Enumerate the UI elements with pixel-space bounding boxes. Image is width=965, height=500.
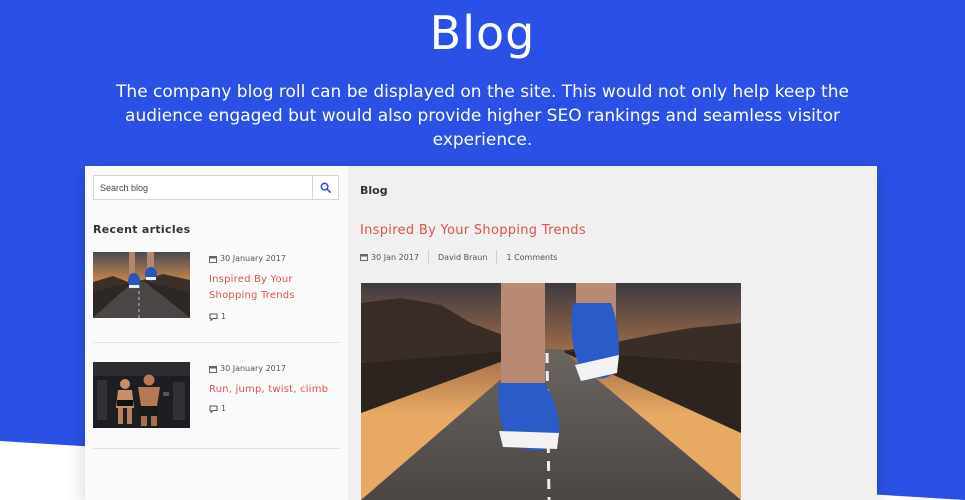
article-divider [93, 342, 340, 343]
main-heading: Blog [360, 184, 388, 197]
article-date: 30 January 2017 [209, 364, 286, 373]
article-title-link[interactable]: Inspired By Your Shopping Trends [209, 272, 334, 304]
hero-title: Blog [429, 6, 536, 60]
article-date-text: 30 January 2017 [220, 254, 286, 263]
article-comment-count: 1 [221, 404, 227, 413]
post-meta: 30 Jan 2017 David Braun 1 Comments [360, 250, 566, 264]
post-featured-image[interactable] [361, 283, 741, 500]
blog-preview-panel: Recent articles [85, 166, 877, 500]
article-comments: 1 [209, 312, 226, 321]
blog-main: Blog Inspired By Your Shopping Trends 30… [348, 166, 877, 500]
post-comments-text[interactable]: 1 Comments [506, 253, 557, 262]
article-comment-count: 1 [221, 312, 227, 321]
post-title-link[interactable]: Inspired By Your Shopping Trends [360, 223, 586, 238]
post-comments: 1 Comments [497, 253, 566, 262]
search-input[interactable] [94, 176, 314, 199]
post-date: 30 Jan 2017 [360, 253, 428, 262]
article-title-link[interactable]: Run, jump, twist, climb [209, 382, 334, 398]
comment-icon [209, 405, 218, 413]
blog-sidebar: Recent articles [85, 166, 348, 500]
post-author: David Braun [429, 253, 496, 262]
search-button[interactable] [312, 176, 338, 199]
search-icon [320, 182, 331, 193]
calendar-icon [209, 365, 217, 373]
comment-icon [209, 313, 218, 321]
calendar-icon [209, 255, 217, 263]
calendar-icon [360, 254, 368, 261]
post-author-text[interactable]: David Braun [438, 253, 487, 262]
article-date-text: 30 January 2017 [220, 364, 286, 373]
recent-article-item: 30 January 2017 Run, jump, twist, climb … [93, 362, 340, 456]
article-divider [93, 448, 340, 449]
article-thumbnail[interactable] [93, 362, 190, 428]
hero-description: The company blog roll can be displayed o… [116, 82, 849, 150]
article-thumbnail[interactable] [93, 252, 190, 318]
post-date-text: 30 Jan 2017 [371, 252, 419, 262]
article-comments: 1 [209, 404, 226, 413]
search-box [93, 175, 339, 200]
recent-articles-heading: Recent articles [93, 223, 191, 236]
article-date: 30 January 2017 [209, 254, 286, 263]
recent-article-item: 30 January 2017 Inspired By Your Shoppin… [93, 252, 340, 346]
